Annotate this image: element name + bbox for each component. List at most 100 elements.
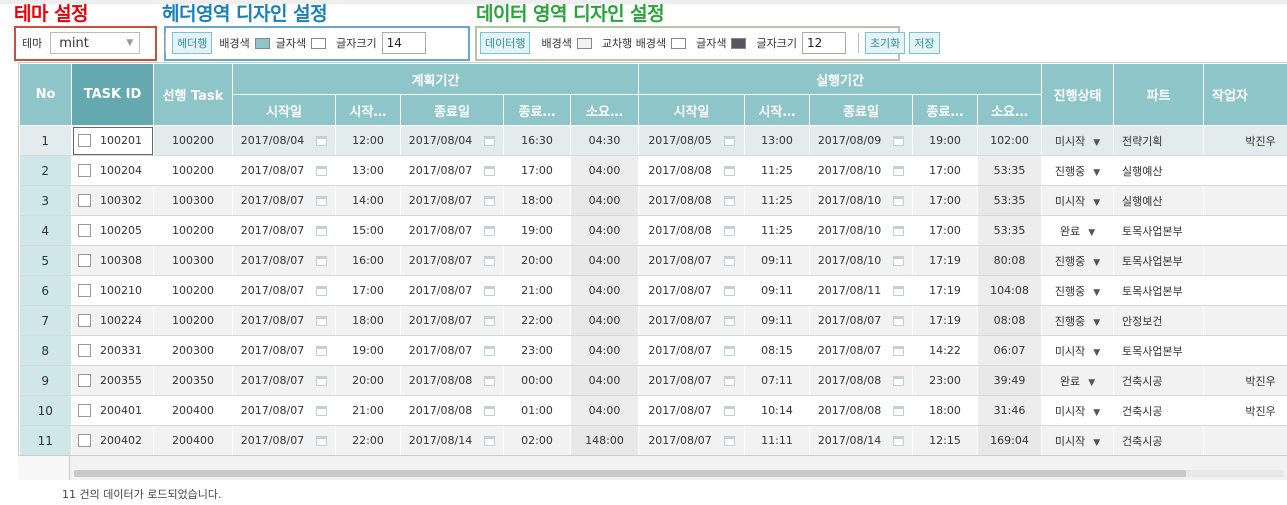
calendar-icon[interactable] xyxy=(484,346,496,356)
cell-plan-start-time[interactable]: 16:00 xyxy=(335,245,401,276)
cell-actual-end-time[interactable]: 17:00 xyxy=(912,155,979,186)
cell-part[interactable]: 안정보건 xyxy=(1113,305,1205,336)
cell-actual-start-date[interactable]: 2017/08/08 xyxy=(638,215,746,246)
cell-plan-end-date[interactable]: 2017/08/07 xyxy=(400,215,504,246)
reset-button[interactable]: 초기화 xyxy=(864,32,906,54)
save-button[interactable]: 저장 xyxy=(909,32,940,54)
row-checkbox[interactable] xyxy=(78,194,91,208)
calendar-icon[interactable] xyxy=(484,436,496,446)
cell-status[interactable]: 미시작 ▼ xyxy=(1041,425,1115,455)
cell-worker[interactable] xyxy=(1203,335,1287,366)
calendar-icon[interactable] xyxy=(893,256,905,266)
data-font-size-input[interactable]: 12 xyxy=(801,32,846,54)
calendar-icon[interactable] xyxy=(893,436,905,446)
calendar-icon[interactable] xyxy=(484,226,496,236)
cell-status[interactable]: 미시작 ▼ xyxy=(1041,125,1115,156)
cell-actual-start-date[interactable]: 2017/08/07 xyxy=(638,365,746,396)
cell-pred-task[interactable]: 100300 xyxy=(153,245,233,276)
cell-actual-start-time[interactable]: 11:11 xyxy=(744,425,811,455)
calendar-icon[interactable] xyxy=(893,406,905,416)
cell-pred-task[interactable]: 200300 xyxy=(153,335,233,366)
cell-actual-end-date[interactable]: 2017/08/07 xyxy=(809,305,914,336)
row-checkbox[interactable] xyxy=(78,254,91,268)
cell-plan-end-date[interactable]: 2017/08/14 xyxy=(400,425,504,455)
chevron-down-icon[interactable]: ▼ xyxy=(1093,318,1100,328)
cell-plan-end-time[interactable]: 02:00 xyxy=(503,425,571,455)
cell-plan-end-date[interactable]: 2017/08/07 xyxy=(400,245,504,276)
cell-actual-end-date[interactable]: 2017/08/10 xyxy=(809,245,914,276)
cell-task-id[interactable]: 200402 xyxy=(71,425,154,455)
cell-task-id[interactable]: 200331 xyxy=(71,335,154,366)
cell-actual-start-date[interactable]: 2017/08/07 xyxy=(638,305,746,336)
cell-plan-start-date[interactable]: 2017/08/07 xyxy=(232,335,336,366)
cell-plan-start-time[interactable]: 15:00 xyxy=(335,215,401,246)
cell-part[interactable]: 토목사업본부 xyxy=(1113,215,1205,246)
cell-actual-start-date[interactable]: 2017/08/05 xyxy=(638,125,746,156)
col-header-actual-end-time[interactable]: 종료… xyxy=(912,94,979,126)
calendar-icon[interactable] xyxy=(723,346,735,356)
cell-task-id[interactable]: 100224 xyxy=(71,305,154,336)
chevron-down-icon[interactable]: ▼ xyxy=(1093,258,1100,268)
cell-plan-end-time[interactable]: 19:00 xyxy=(503,215,571,246)
cell-status[interactable]: 미시작 ▼ xyxy=(1041,335,1115,366)
col-header-actual-duration[interactable]: 소요… xyxy=(977,94,1043,126)
cell-pred-task[interactable]: 200400 xyxy=(153,425,233,455)
cell-worker[interactable] xyxy=(1203,425,1287,455)
calendar-icon[interactable] xyxy=(316,136,328,146)
chevron-down-icon[interactable]: ▼ xyxy=(1093,438,1100,448)
scrollbar-thumb[interactable] xyxy=(74,470,1186,477)
cell-plan-start-time[interactable]: 20:00 xyxy=(335,365,401,396)
data-row-button[interactable]: 데이터행 xyxy=(480,32,531,54)
cell-plan-start-date[interactable]: 2017/08/04 xyxy=(232,125,336,156)
horizontal-scrollbar[interactable] xyxy=(18,455,1287,480)
table-row[interactable]: 1 100201 100200 2017/08/04 12:00 2017/08/04 16… xyxy=(19,125,1287,156)
cell-worker[interactable] xyxy=(1203,245,1287,276)
cell-plan-start-date[interactable]: 2017/08/07 xyxy=(232,275,336,306)
cell-actual-end-date[interactable]: 2017/08/11 xyxy=(809,275,914,306)
table-row[interactable]: 5 100308 100300 2017/08/07 16:00 2017/08/07 20… xyxy=(19,245,1287,276)
calendar-icon[interactable] xyxy=(484,286,496,296)
cell-worker[interactable] xyxy=(1203,215,1287,246)
chevron-down-icon[interactable]: ▼ xyxy=(1088,378,1095,388)
col-header-task-id[interactable]: TASK ID xyxy=(71,63,154,126)
calendar-icon[interactable] xyxy=(316,196,328,206)
chevron-down-icon[interactable]: ▼ xyxy=(1088,228,1095,238)
calendar-icon[interactable] xyxy=(723,436,735,446)
cell-plan-end-time[interactable]: 20:00 xyxy=(503,245,571,276)
cell-actual-start-date[interactable]: 2017/08/07 xyxy=(638,245,746,276)
cell-actual-end-time[interactable]: 23:00 xyxy=(912,365,979,396)
cell-plan-start-date[interactable]: 2017/08/07 xyxy=(232,245,336,276)
calendar-icon[interactable] xyxy=(484,196,496,206)
cell-worker[interactable]: 박진우 xyxy=(1203,365,1287,396)
col-header-actual-start-date[interactable]: 시작일 xyxy=(638,94,746,126)
calendar-icon[interactable] xyxy=(893,346,905,356)
cell-plan-start-time[interactable]: 12:00 xyxy=(335,125,401,156)
calendar-icon[interactable] xyxy=(893,136,905,146)
cell-plan-end-time[interactable]: 01:00 xyxy=(503,395,571,426)
calendar-icon[interactable] xyxy=(893,376,905,386)
calendar-icon[interactable] xyxy=(723,376,735,386)
col-header-status[interactable]: 진행상태 xyxy=(1041,63,1115,126)
calendar-icon[interactable] xyxy=(484,256,496,266)
cell-actual-end-time[interactable]: 18:00 xyxy=(912,395,979,426)
row-checkbox[interactable] xyxy=(78,224,91,238)
cell-plan-end-time[interactable]: 17:00 xyxy=(503,155,571,186)
cell-part[interactable]: 토목사업본부 xyxy=(1113,245,1205,276)
cell-plan-end-time[interactable]: 00:00 xyxy=(503,365,571,396)
cell-task-id[interactable]: 100210 xyxy=(71,275,154,306)
cell-actual-start-time[interactable]: 10:14 xyxy=(744,395,811,426)
cell-status[interactable]: 완료 ▼ xyxy=(1041,365,1115,396)
calendar-icon[interactable] xyxy=(484,136,496,146)
cell-plan-end-date[interactable]: 2017/08/07 xyxy=(400,335,504,366)
cell-plan-end-date[interactable]: 2017/08/07 xyxy=(400,155,504,186)
cell-pred-task[interactable]: 200350 xyxy=(153,365,233,396)
cell-plan-start-date[interactable]: 2017/08/07 xyxy=(232,215,336,246)
cell-actual-end-time[interactable]: 19:00 xyxy=(912,125,979,156)
col-header-part[interactable]: 파트 xyxy=(1113,63,1205,126)
cell-pred-task[interactable]: 100200 xyxy=(153,305,233,336)
cell-actual-start-date[interactable]: 2017/08/07 xyxy=(638,335,746,366)
cell-status[interactable]: 진행중 ▼ xyxy=(1041,275,1115,306)
cell-plan-end-date[interactable]: 2017/08/07 xyxy=(400,275,504,306)
cell-part[interactable]: 건축시공 xyxy=(1113,365,1205,396)
chevron-down-icon[interactable]: ▼ xyxy=(1093,168,1100,178)
